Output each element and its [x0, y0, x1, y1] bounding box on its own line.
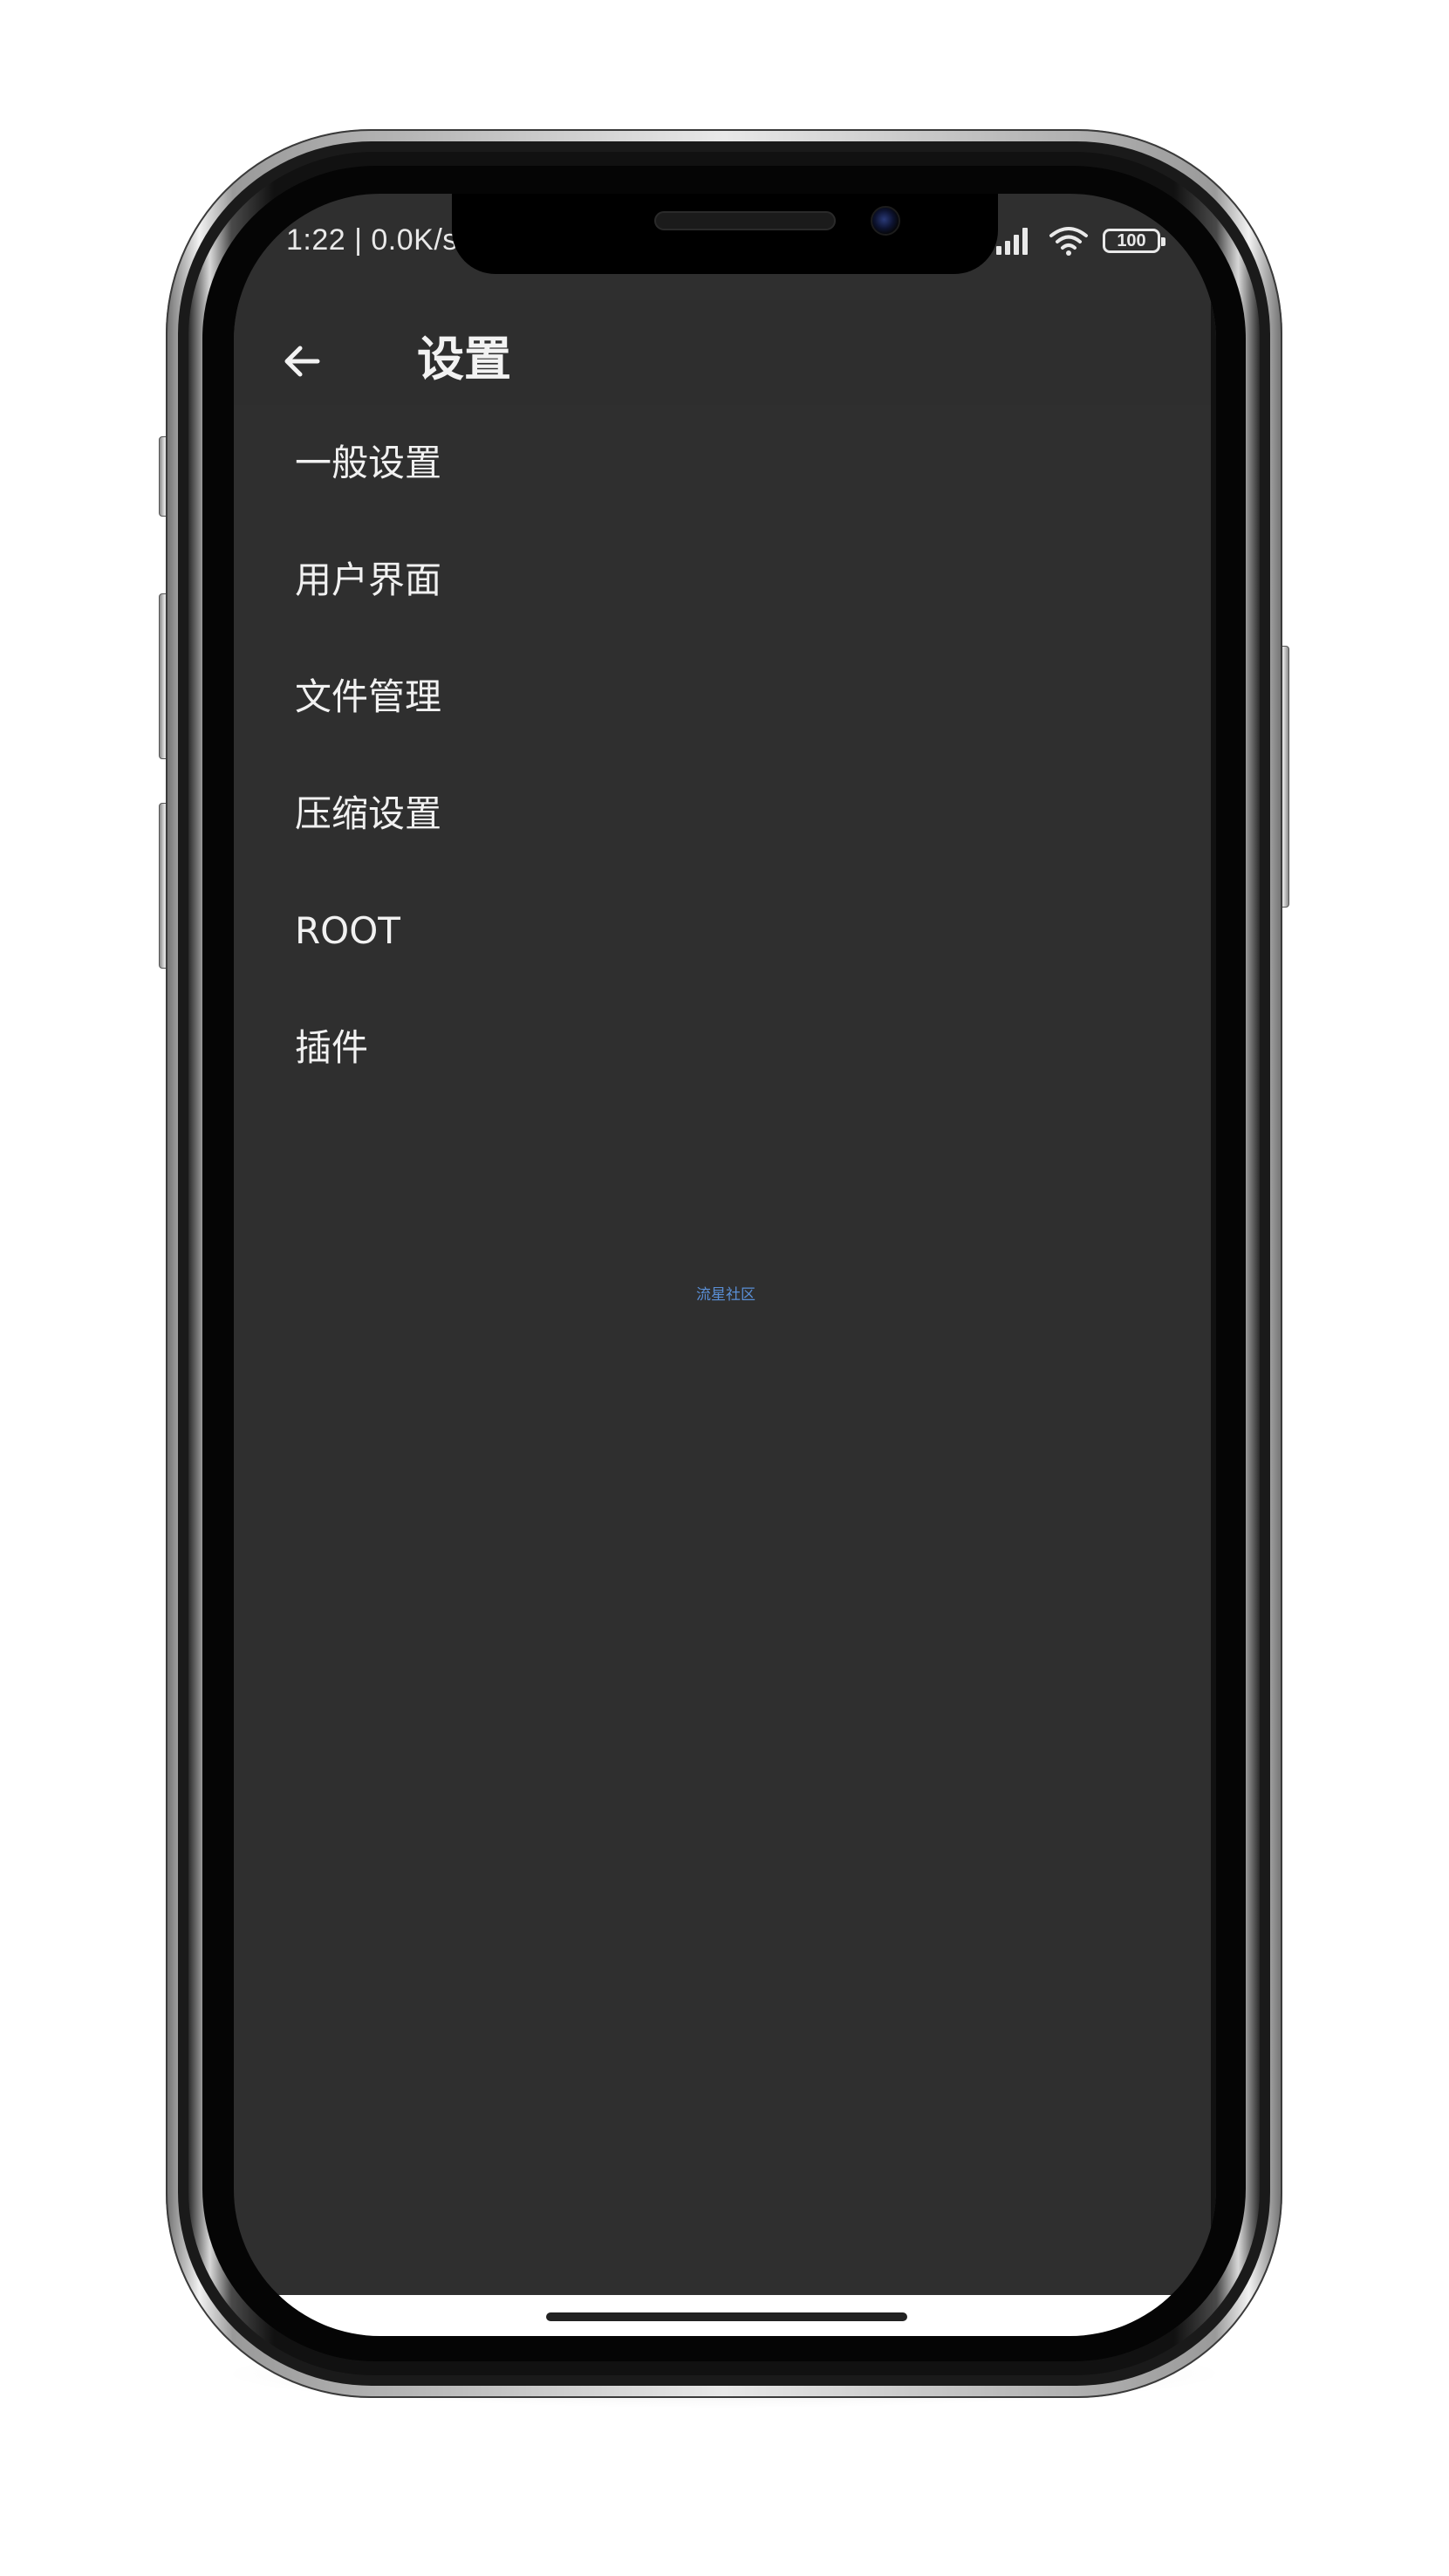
status-time: 1:22 | 0.0K/s [286, 223, 458, 257]
settings-item-compression[interactable]: 压缩设置 [234, 756, 1216, 873]
front-camera-icon [871, 206, 900, 236]
navigation-bar [234, 2295, 1216, 2336]
settings-item-label: 用户界面 [295, 558, 442, 601]
settings-list: 一般设置 用户界面 文件管理 压缩设置 ROOT 插件 [234, 405, 1216, 1106]
settings-item-label: ROOT [295, 909, 400, 952]
settings-item-root[interactable]: ROOT [234, 873, 1216, 990]
settings-item-label: 一般设置 [295, 442, 442, 484]
page-title: 设置 [417, 332, 511, 387]
device-mockup: 1:22 | 0.0K/s 100 设置 一般设置 用户界面 文件管理 压缩设置… [0, 0, 1449, 2576]
wifi-icon [1049, 227, 1088, 256]
cellular-signal-icon [996, 228, 1028, 255]
battery-level: 100 [1117, 231, 1146, 250]
watermark-text: 流星社区 [696, 1286, 755, 1304]
arrow-left-icon [284, 346, 320, 377]
home-indicator[interactable] [546, 2312, 907, 2321]
settings-item-plugins[interactable]: 插件 [234, 990, 1216, 1106]
back-button[interactable] [269, 328, 335, 394]
phone-screen: 1:22 | 0.0K/s 100 设置 一般设置 用户界面 文件管理 压缩设置… [234, 194, 1216, 2336]
app-toolbar: 设置 [234, 300, 1216, 405]
battery-icon: 100 [1103, 229, 1165, 253]
status-icons: 100 [994, 223, 1165, 258]
notch [452, 194, 998, 274]
settings-item-user-interface[interactable]: 用户界面 [234, 522, 1216, 639]
settings-item-general[interactable]: 一般设置 [234, 405, 1216, 522]
settings-item-file-management[interactable]: 文件管理 [234, 639, 1216, 756]
settings-item-label: 压缩设置 [295, 792, 442, 835]
screen-edge [1211, 194, 1216, 2336]
earpiece-speaker [654, 211, 836, 230]
settings-item-label: 插件 [295, 1026, 369, 1069]
settings-item-label: 文件管理 [295, 675, 442, 718]
